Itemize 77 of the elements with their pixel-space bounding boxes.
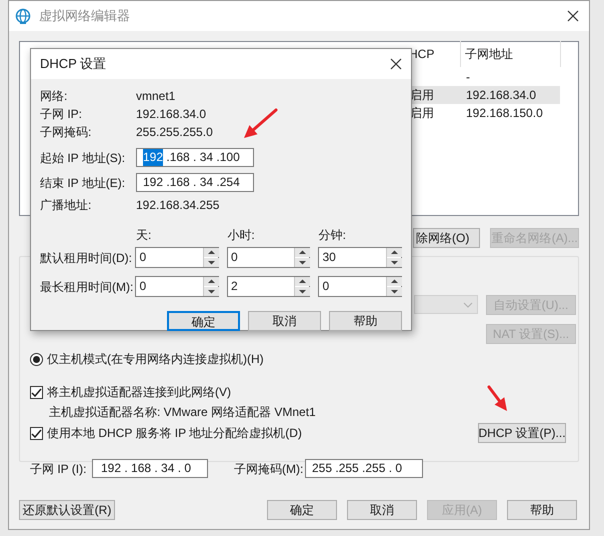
field-label: 最长租用时间(M): [40, 278, 134, 296]
globe-icon [15, 8, 31, 24]
field-value: 192.168.34.0 [136, 106, 206, 123]
checkbox[interactable] [30, 426, 43, 440]
spin-value: 0 [138, 249, 148, 266]
spin-box[interactable]: 2 [226, 276, 310, 297]
spin-box[interactable]: 0 [318, 276, 402, 297]
field-label: 默认租用时间(D): [40, 250, 133, 266]
button[interactable]: DHCP 设置(P)... [478, 423, 566, 443]
spin-down-icon[interactable] [386, 286, 402, 296]
field-label: 子网掩码(M): [234, 460, 304, 478]
annotation-arrow [242, 108, 278, 140]
button[interactable]: 确定 [267, 500, 337, 520]
ip-field[interactable]: 192 .168 . 34 .100 [136, 148, 254, 167]
button[interactable]: 确定 [167, 311, 240, 331]
spin-value: 30 [321, 249, 337, 266]
spin-value: 0 [321, 278, 330, 295]
field-label: 结束 IP 地址(E): [40, 174, 126, 192]
spin-up-icon[interactable] [386, 277, 402, 286]
spin-up-icon[interactable] [386, 248, 402, 257]
radio-button[interactable] [30, 352, 43, 366]
field-label: 子网 IP: [40, 106, 84, 123]
check-icon [31, 388, 42, 396]
spin-down-icon[interactable] [204, 286, 219, 296]
dialog-title: DHCP 设置 [40, 55, 106, 74]
spin-up-icon[interactable] [295, 277, 310, 286]
spin-down-icon[interactable] [295, 286, 310, 296]
field-label: 起始 IP 地址(S): [40, 150, 126, 166]
unit-label: 分钟: [318, 228, 346, 242]
spin-up-icon[interactable] [295, 248, 310, 257]
checkbox-label: 将主机虚拟适配器连接到此网络(V) [47, 384, 231, 401]
close-icon[interactable] [390, 58, 402, 70]
spin-value: 0 [230, 249, 239, 266]
radio-label: 仅主机模式(在专用网络内连接虚拟机)(H) [47, 351, 264, 368]
spin-box[interactable]: 0 [135, 276, 219, 297]
ip-field[interactable]: 192 . 168 . 34 . 0 [92, 459, 208, 478]
button[interactable]: 还原默认设置(R) [19, 500, 115, 520]
button[interactable]: 取消 [248, 311, 321, 331]
spin-down-icon[interactable] [295, 257, 310, 267]
table-cell-text: - [465, 69, 470, 86]
check-icon [31, 428, 42, 438]
field-label: 网络: [40, 88, 68, 105]
column-header[interactable]: 子网地址 [461, 41, 561, 67]
checkbox[interactable] [30, 386, 43, 398]
caret-icon [463, 302, 473, 308]
adapter-name: 主机虚拟适配器名称: VMware 网络适配器 VMnet1 [48, 404, 317, 421]
spin-up-icon[interactable] [204, 248, 219, 257]
window-title: 虚拟网络编辑器 [39, 7, 130, 26]
field-label: 子网掩码: [40, 124, 92, 141]
field-label: 子网 IP (I): [30, 460, 88, 478]
field-value: 192.168.34.255 [136, 197, 220, 214]
spin-down-icon[interactable] [204, 257, 219, 267]
table-cell-text: 192.168.150.0 [465, 105, 543, 122]
button[interactable]: 帮助 [507, 500, 577, 520]
spin-box[interactable]: 0 [226, 247, 310, 268]
ip-field[interactable]: 255 .255 .255 . 0 [305, 459, 423, 478]
unit-label: 小时: [227, 228, 255, 242]
spin-value: 2 [230, 278, 239, 295]
field-label: 广播地址: [40, 197, 92, 214]
table-cell-text: 启用 [409, 105, 435, 122]
spin-box[interactable]: 0 [135, 247, 219, 268]
checkbox-label: 使用本地 DHCP 服务将 IP 地址分配给虚拟机(D) [47, 425, 302, 442]
table-cell-text: 启用 [409, 87, 435, 104]
field-value: vmnet1 [136, 88, 176, 105]
spin-box[interactable]: 30 [318, 247, 402, 268]
ip-field[interactable]: 192 .168 . 34 .254 [136, 173, 254, 192]
unit-label: 天: [136, 228, 152, 242]
close-icon[interactable] [567, 10, 579, 22]
field-value: 255.255.255.0 [136, 124, 213, 141]
button[interactable]: 帮助 [329, 311, 402, 331]
annotation-arrow [487, 385, 510, 414]
spin-down-icon[interactable] [386, 257, 402, 267]
button[interactable]: 取消 [347, 500, 417, 520]
spin-value: 0 [138, 278, 148, 295]
table-cell-text: 192.168.34.0 [465, 87, 536, 104]
spin-up-icon[interactable] [204, 277, 219, 286]
button[interactable]: 除网络(O) [413, 228, 480, 248]
